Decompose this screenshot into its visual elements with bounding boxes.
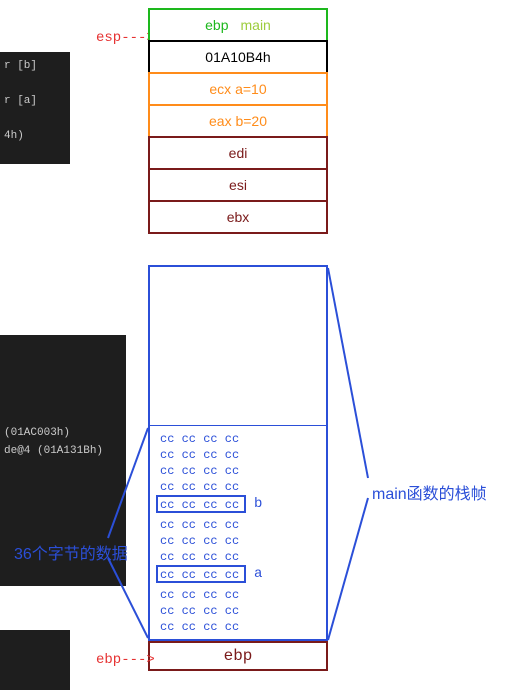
reg-eax: eax b=20 xyxy=(209,113,267,129)
esp-pointer: esp---> xyxy=(96,30,155,46)
cell-edi: edi xyxy=(148,136,328,170)
cc-row: cc cc cc cc xyxy=(160,550,239,566)
reg-ebp-bottom: ebp xyxy=(224,647,253,665)
code-line: 4h) xyxy=(4,128,66,146)
var-b-label: b xyxy=(254,496,262,512)
reg-esi: esi xyxy=(229,177,247,193)
cc-row: cc cc cc cc xyxy=(160,464,239,480)
code-line: de@4 (01A131Bh) xyxy=(4,443,122,461)
cell-ebp-main: ebp main xyxy=(148,8,328,42)
cell-ecx: ecx a=10 xyxy=(148,72,328,106)
code-line: (01AC003h) xyxy=(4,425,122,443)
label-main: main xyxy=(241,17,271,33)
code-fragment-3 xyxy=(0,630,70,690)
cc-row: cc cc cc cc xyxy=(160,534,239,550)
code-fragment-1: r [b] r [a] 4h) xyxy=(0,52,70,164)
cc-row: cc cc cc cc xyxy=(160,604,239,620)
mid-divider xyxy=(148,425,328,426)
cell-ebx: ebx xyxy=(148,200,328,234)
cc-row: cc cc cc cc xyxy=(160,620,239,636)
cell-esi: esi xyxy=(148,168,328,202)
var-a-label: a xyxy=(254,566,262,582)
label-36-bytes: 36个字节的数据 xyxy=(14,540,128,564)
cc-row: cc cc cc cc xyxy=(160,432,239,448)
reg-ecx: ecx a=10 xyxy=(209,81,266,97)
cell-return-addr: 01A10B4h xyxy=(148,40,328,74)
var-b-box xyxy=(156,495,246,513)
stack-column: ebp main 01A10B4h ecx a=10 eax b=20 edi … xyxy=(148,8,328,232)
var-a-box xyxy=(156,565,246,583)
label-main-frame: main函数的栈帧 xyxy=(372,480,487,504)
reg-ebp: ebp xyxy=(205,17,228,33)
code-line: r [a] xyxy=(4,93,66,111)
cc-row: cc cc cc cc xyxy=(160,448,239,464)
cell-bottom-ebp: ebp xyxy=(148,641,328,671)
cell-eax: eax b=20 xyxy=(148,104,328,138)
cc-row: cc cc cc cc xyxy=(160,588,239,604)
cc-row: cc cc cc cc xyxy=(160,480,239,496)
reg-edi: edi xyxy=(229,145,248,161)
code-line: r [b] xyxy=(4,58,66,76)
ebp-pointer: ebp---> xyxy=(96,652,155,668)
cc-row: cc cc cc cc xyxy=(160,518,239,534)
reg-ebx: ebx xyxy=(227,209,250,225)
return-address: 01A10B4h xyxy=(205,49,270,65)
